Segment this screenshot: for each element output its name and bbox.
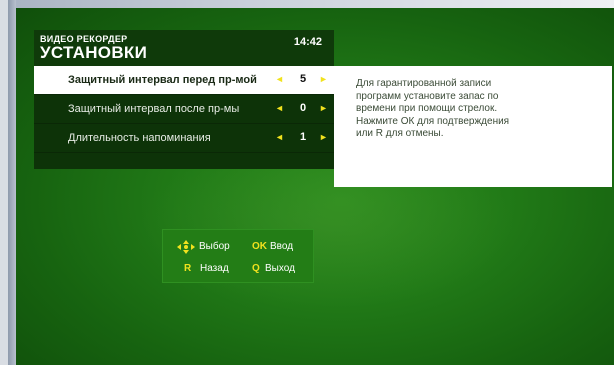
- dpad-arrows-icon: [177, 240, 195, 254]
- help-line: программ установите запас по: [356, 90, 499, 102]
- help-panel: Для гарантированной записи программ уста…: [334, 66, 612, 187]
- arrow-left-icon[interactable]: ◄: [275, 103, 284, 113]
- menu-item-reminder-duration[interactable]: Длительность напоминания ◄ 1 ►: [34, 124, 334, 153]
- menu-item-guard-after[interactable]: Защитный интервал после пр-мы ◄ 0 ►: [34, 95, 334, 124]
- menu-item-value: 0: [299, 102, 307, 114]
- back-hint: Назад: [200, 263, 229, 274]
- exit-key: Q: [252, 263, 260, 274]
- back-key: R: [184, 263, 192, 274]
- menu-footer: [34, 153, 334, 169]
- help-line: Для гарантированной записи: [356, 78, 492, 89]
- help-line: Нажмите ОК для подтверждения: [356, 115, 510, 127]
- menu-item-label: Защитный интервал после пр-мы: [68, 103, 240, 115]
- arrow-right-icon[interactable]: ►: [319, 74, 328, 84]
- ok-hint: Ввод: [270, 241, 294, 252]
- clock: 14:42: [293, 36, 322, 48]
- menu-item-value: 5: [299, 73, 307, 85]
- menu-item-value: 1: [299, 131, 307, 143]
- select-hint: Выбор: [199, 241, 230, 252]
- settings-menu: Защитный интервал перед пр-мой ◄ 5 ► Защ…: [34, 66, 334, 169]
- ok-key: OK: [252, 241, 267, 252]
- menu-item-label: Длительность напоминания: [68, 132, 211, 144]
- key-legend: Выбор OK Ввод R Назад Q Выход: [162, 229, 314, 283]
- exit-hint: Выход: [265, 263, 295, 274]
- arrow-left-icon[interactable]: ◄: [275, 74, 284, 84]
- arrow-left-icon[interactable]: ◄: [275, 132, 284, 142]
- arrow-right-icon[interactable]: ►: [319, 132, 328, 142]
- help-line: времени при помощи стрелок.: [356, 103, 498, 114]
- top-strip: [8, 0, 614, 8]
- left-edge: [8, 0, 16, 365]
- arrow-right-icon[interactable]: ►: [319, 103, 328, 113]
- page-title: УСТАНОВКИ: [40, 43, 148, 62]
- menu-item-guard-before[interactable]: Защитный интервал перед пр-мой ◄ 5 ►: [34, 66, 334, 95]
- menu-item-label: Защитный интервал перед пр-мой: [68, 74, 257, 86]
- help-line: или R для отмены.: [356, 128, 444, 139]
- header-bar: ВИДЕО РЕКОРДЕР УСТАНОВКИ 14:42: [34, 30, 334, 66]
